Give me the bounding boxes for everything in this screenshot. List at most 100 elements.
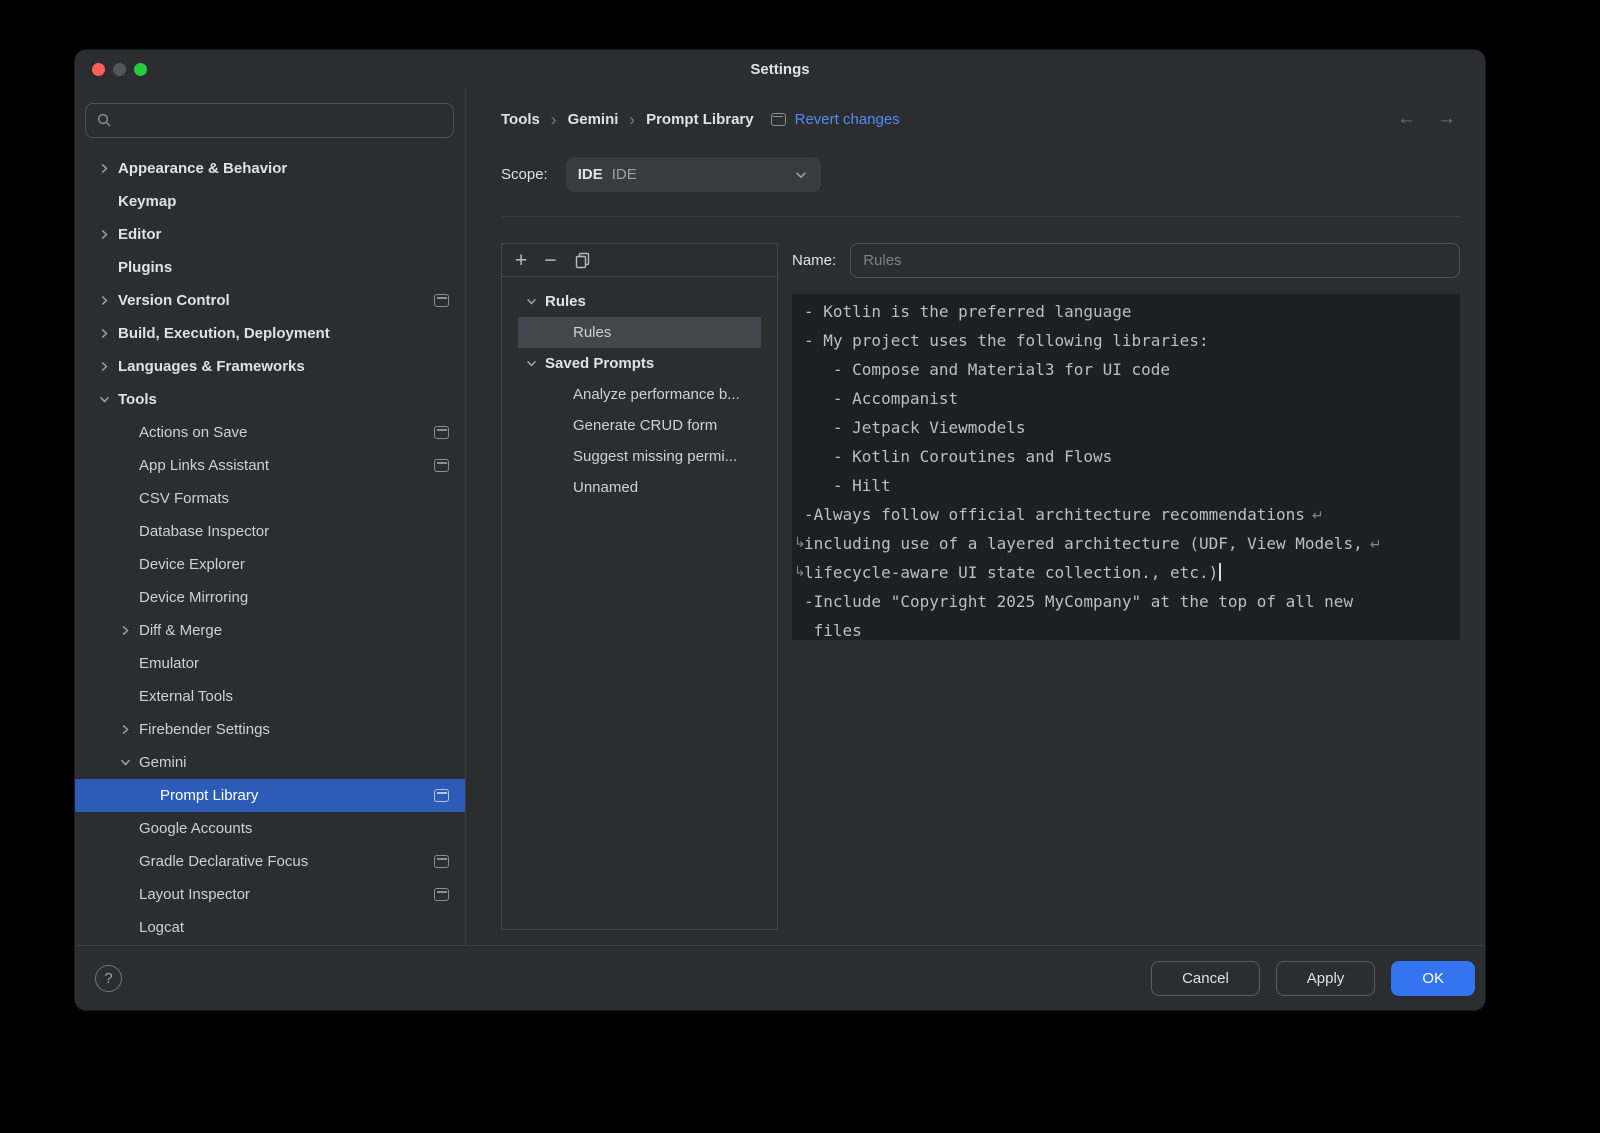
- chevron-right-icon[interactable]: [97, 161, 118, 176]
- sidebar-item-prompt-library[interactable]: Prompt Library: [75, 779, 465, 812]
- chevron-right-icon[interactable]: [97, 326, 118, 341]
- chevron-down-icon[interactable]: [524, 356, 545, 371]
- sidebar-item-keymap[interactable]: Keymap: [75, 185, 465, 218]
- soft-wrap-icon: ↵: [1312, 508, 1324, 524]
- back-arrow-button[interactable]: ←: [1397, 108, 1416, 130]
- cancel-button[interactable]: Cancel: [1151, 961, 1260, 996]
- sidebar-item-appearance-behavior[interactable]: Appearance & Behavior: [75, 152, 465, 185]
- sidebar-item-label: Editor: [118, 226, 449, 243]
- sidebar-item-label: Prompt Library: [160, 787, 434, 804]
- sidebar-item-app-links-assistant[interactable]: App Links Assistant: [75, 449, 465, 482]
- footer-buttons: Cancel Apply OK: [1151, 961, 1475, 996]
- sidebar-item-logcat[interactable]: Logcat: [75, 911, 465, 944]
- sidebar-item-languages-frameworks[interactable]: Languages & Frameworks: [75, 350, 465, 383]
- breadcrumb-item-prompt-library[interactable]: Prompt Library: [646, 111, 754, 128]
- scope-hint: IDE: [612, 166, 637, 183]
- sidebar-item-label: Database Inspector: [139, 523, 449, 540]
- sidebar-item-label: Gemini: [139, 754, 449, 771]
- sidebar-item-actions-on-save[interactable]: Actions on Save: [75, 416, 465, 449]
- sidebar-item-layout-inspector[interactable]: Layout Inspector: [75, 878, 465, 911]
- prompt-item-label: Suggest missing permi...: [573, 448, 737, 465]
- ide-window-icon: [434, 459, 449, 472]
- breadcrumb-item-gemini[interactable]: Gemini: [568, 111, 619, 128]
- chevron-down-icon[interactable]: [97, 392, 118, 407]
- duplicate-prompt-button[interactable]: [574, 252, 591, 269]
- sidebar-item-version-control[interactable]: Version Control: [75, 284, 465, 317]
- editor-line-text: - Hilt: [804, 476, 891, 495]
- maximize-button[interactable]: [134, 63, 147, 76]
- sidebar-item-emulator[interactable]: Emulator: [75, 647, 465, 680]
- ide-window-icon: [434, 294, 449, 307]
- prompt-item-generate-crud-form[interactable]: Generate CRUD form: [502, 410, 777, 441]
- forward-arrow-button[interactable]: →: [1437, 108, 1456, 130]
- sidebar-item-gemini[interactable]: Gemini: [75, 746, 465, 779]
- close-button[interactable]: [92, 63, 105, 76]
- add-prompt-button[interactable]: +: [515, 250, 527, 271]
- ide-window-icon: [434, 888, 449, 901]
- sidebar-item-build-execution-deployment[interactable]: Build, Execution, Deployment: [75, 317, 465, 350]
- ok-button[interactable]: OK: [1391, 961, 1475, 996]
- desktop-background: { "window": { "title": "Settings" }, "si…: [0, 0, 1600, 1133]
- sidebar-item-google-accounts[interactable]: Google Accounts: [75, 812, 465, 845]
- chevron-right-icon[interactable]: [97, 227, 118, 242]
- settings-search-input[interactable]: [85, 103, 454, 138]
- prompt-toolbar: + −: [502, 244, 777, 277]
- sidebar-item-label: Gradle Declarative Focus: [139, 853, 434, 870]
- sidebar-item-label: App Links Assistant: [139, 457, 434, 474]
- sidebar-item-external-tools[interactable]: External Tools: [75, 680, 465, 713]
- sidebar-item-label: Build, Execution, Deployment: [118, 325, 449, 342]
- prompt-item-label: Rules: [573, 324, 611, 341]
- prompt-item-analyze-performance-b[interactable]: Analyze performance b...: [502, 379, 777, 410]
- apply-button[interactable]: Apply: [1276, 961, 1376, 996]
- editor-line: - Compose and Material3 for UI code: [804, 355, 1448, 384]
- settings-window: Settings Appearance & BehaviorKeymap Edit…: [75, 50, 1485, 1010]
- chevron-right-icon[interactable]: [118, 623, 139, 638]
- editor-line: files: [804, 616, 1448, 640]
- breadcrumb-separator-icon: ›: [551, 111, 557, 128]
- breadcrumb-separator-icon: ›: [629, 111, 635, 128]
- revert-wrap: Revert changes: [771, 111, 900, 128]
- sidebar-item-device-mirroring[interactable]: Device Mirroring: [75, 581, 465, 614]
- minimize-button[interactable]: [113, 63, 126, 76]
- chevron-right-icon[interactable]: [97, 359, 118, 374]
- prompt-group-saved-prompts[interactable]: Saved Prompts: [502, 348, 777, 379]
- editor-line: - Accompanist: [804, 384, 1448, 413]
- sidebar-item-plugins[interactable]: Plugins: [75, 251, 465, 284]
- window-title: Settings: [750, 61, 809, 78]
- chevron-right-icon[interactable]: [97, 293, 118, 308]
- sidebar-item-csv-formats[interactable]: CSV Formats: [75, 482, 465, 515]
- sidebar-item-database-inspector[interactable]: Database Inspector: [75, 515, 465, 548]
- help-button[interactable]: ?: [95, 965, 122, 992]
- prompt-item-unnamed[interactable]: Unnamed: [502, 472, 777, 503]
- breadcrumb-item-tools[interactable]: Tools: [501, 111, 540, 128]
- prompt-group-rules[interactable]: Rules: [502, 286, 777, 317]
- sidebar-item-firebender-settings[interactable]: Firebender Settings: [75, 713, 465, 746]
- ide-window-icon: [434, 426, 449, 439]
- editor-line: - Kotlin is the preferred language: [804, 297, 1448, 326]
- prompt-item-rules[interactable]: Rules: [518, 317, 761, 348]
- sidebar-item-device-explorer[interactable]: Device Explorer: [75, 548, 465, 581]
- traffic-lights: [92, 50, 147, 88]
- sidebar-item-diff-merge[interactable]: Diff & Merge: [75, 614, 465, 647]
- prompt-item-suggest-missing-permi[interactable]: Suggest missing permi...: [502, 441, 777, 472]
- name-input[interactable]: Rules: [850, 243, 1460, 278]
- editor-line: - Jetpack Viewmodels: [804, 413, 1448, 442]
- chevron-right-icon[interactable]: [118, 722, 139, 737]
- sidebar-item-label: Tools: [118, 391, 449, 408]
- scope-value: IDE: [578, 166, 603, 183]
- sidebar-item-editor[interactable]: Editor: [75, 218, 465, 251]
- name-input-value: Rules: [863, 252, 901, 269]
- prompt-editor[interactable]: - Kotlin is the preferred language- My p…: [792, 294, 1460, 640]
- chevron-down-icon[interactable]: [118, 755, 139, 770]
- scope-select[interactable]: IDE IDE: [566, 157, 821, 192]
- settings-content: Tools › Gemini › Prompt Library Revert chang…: [466, 88, 1485, 945]
- settings-tree: Appearance & BehaviorKeymap Editor Plugins…: [75, 152, 465, 945]
- chevron-down-icon[interactable]: [524, 294, 545, 309]
- name-row: Name: Rules: [792, 243, 1460, 278]
- sidebar-item-tools[interactable]: Tools: [75, 383, 465, 416]
- editor-line-text: -Always follow official architecture rec…: [804, 505, 1305, 524]
- remove-prompt-button[interactable]: −: [544, 250, 556, 271]
- revert-changes-link[interactable]: Revert changes: [795, 111, 900, 128]
- footer-bar: ? Cancel Apply OK: [75, 945, 1485, 1010]
- sidebar-item-gradle-declarative-focus[interactable]: Gradle Declarative Focus: [75, 845, 465, 878]
